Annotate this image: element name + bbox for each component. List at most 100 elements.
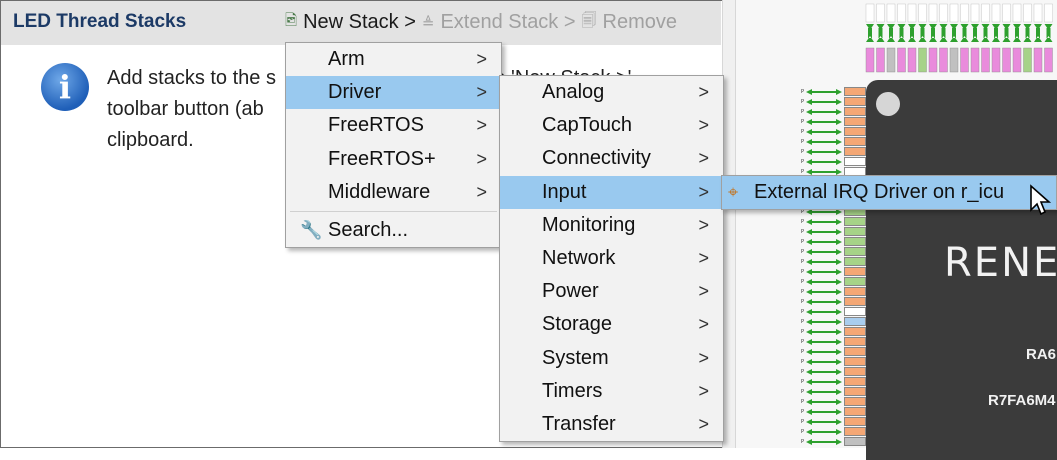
chevron-right-icon: > bbox=[698, 214, 709, 235]
menu-item-label: Power bbox=[542, 280, 599, 303]
chevron-right-icon: > bbox=[698, 115, 709, 136]
menu-item-network[interactable]: Network > bbox=[500, 242, 723, 275]
pin-row: P bbox=[776, 217, 866, 226]
pin-row: P bbox=[776, 147, 866, 156]
pin-row: P bbox=[776, 287, 866, 296]
new-stack-button[interactable]: New Stack > bbox=[303, 11, 416, 34]
extend-stack-icon: ≜ bbox=[421, 14, 435, 32]
menu-item-power[interactable]: Power > bbox=[500, 275, 723, 308]
menu-item-monitoring[interactable]: Monitoring > bbox=[500, 209, 723, 242]
pin-row: P bbox=[776, 137, 866, 146]
menu-item-freertos[interactable]: FreeRTOS > bbox=[286, 109, 501, 142]
chip-family-label: RA6I bbox=[1026, 346, 1057, 363]
pin-row: P bbox=[776, 257, 866, 266]
menu-item-label: External IRQ Driver on r_icu bbox=[754, 181, 1005, 203]
menu-item-label: FreeRTOS+ bbox=[328, 147, 436, 170]
menu-item-search[interactable]: 🔧 Search... bbox=[286, 214, 501, 247]
menu-item-label: Input bbox=[542, 180, 587, 203]
menu-item-system[interactable]: System > bbox=[500, 342, 723, 375]
menu-item-middleware[interactable]: Middleware > bbox=[286, 176, 501, 209]
chip-logo: RENE bbox=[944, 240, 1057, 286]
menu-item-label: Middleware bbox=[328, 180, 431, 203]
panel-splitter[interactable] bbox=[722, 0, 736, 448]
menu-item-freertos-plus[interactable]: FreeRTOS+ > bbox=[286, 143, 501, 176]
pin-row: P bbox=[776, 417, 866, 426]
menu-item-connectivity[interactable]: Connectivity > bbox=[500, 142, 723, 175]
pin-row: P bbox=[776, 357, 866, 366]
menu-item-external-irq-driver[interactable]: ⌖ External IRQ Driver on r_icu bbox=[722, 176, 1056, 210]
pin-row: P bbox=[776, 347, 866, 356]
remove-button[interactable]: Remove bbox=[603, 11, 677, 34]
info-icon: i bbox=[41, 63, 89, 111]
pin-row: P bbox=[776, 327, 866, 336]
chevron-right-icon: > bbox=[698, 413, 709, 434]
chevron-right-icon: > bbox=[698, 181, 709, 202]
menu-item-label: Driver bbox=[328, 81, 382, 104]
driver-submenu: Analog > CapTouch > Connectivity > Input > M… bbox=[499, 75, 724, 443]
chevron-right-icon: > bbox=[476, 82, 487, 103]
pin-row: P bbox=[776, 367, 866, 376]
pin-row: P bbox=[776, 117, 866, 126]
chevron-right-icon: > bbox=[476, 115, 487, 136]
chevron-right-icon: > bbox=[698, 148, 709, 169]
chevron-right-icon: > bbox=[698, 247, 709, 268]
menu-item-label: System bbox=[542, 346, 609, 369]
pin-row: P bbox=[776, 387, 866, 396]
pin-row: P bbox=[776, 337, 866, 346]
menu-item-label: Search... bbox=[328, 218, 409, 241]
chevron-right-icon: > bbox=[698, 314, 709, 335]
pin-row: P bbox=[776, 407, 866, 416]
menu-item-analog[interactable]: Analog > bbox=[500, 76, 723, 109]
new-stack-icon[interactable]: 🖻 bbox=[285, 10, 297, 35]
pin-row: P bbox=[776, 87, 866, 96]
menu-item-label: Analog bbox=[542, 81, 605, 103]
chip-part-label: R7FA6M4 bbox=[988, 392, 1056, 409]
menu-separator bbox=[290, 210, 497, 212]
menu-item-label: Monitoring bbox=[542, 213, 636, 236]
menu-item-arm[interactable]: Arm > bbox=[286, 43, 501, 76]
pin-row: P bbox=[776, 397, 866, 406]
menu-item-input[interactable]: Input > bbox=[500, 175, 723, 209]
pin-row: P bbox=[776, 277, 866, 286]
menu-item-label: Timers bbox=[542, 379, 603, 402]
chevron-right-icon: > bbox=[698, 347, 709, 368]
input-submenu: ⌖ External IRQ Driver on r_icu bbox=[721, 175, 1057, 211]
chevron-right-icon: > bbox=[476, 181, 487, 202]
menu-item-transfer[interactable]: Transfer > bbox=[500, 408, 723, 441]
menu-item-label: Storage bbox=[542, 313, 613, 336]
new-stack-menu: Arm > Driver > FreeRTOS > FreeRTOS+ > Mi… bbox=[285, 42, 502, 249]
menu-item-label: Arm bbox=[328, 48, 365, 70]
pin1-marker bbox=[876, 92, 900, 116]
menu-item-label: Connectivity bbox=[542, 147, 651, 170]
pin-row: P bbox=[776, 127, 866, 136]
chevron-right-icon: > bbox=[698, 281, 709, 302]
pin-row: P bbox=[776, 427, 866, 436]
menu-item-driver[interactable]: Driver > bbox=[286, 76, 501, 110]
menu-item-storage[interactable]: Storage > bbox=[500, 308, 723, 341]
menu-item-captouch[interactable]: CapTouch > bbox=[500, 109, 723, 142]
pin-row: P bbox=[776, 437, 866, 446]
pin-row: P bbox=[776, 267, 866, 276]
pin-row: P bbox=[776, 237, 866, 246]
pin-row: P bbox=[776, 317, 866, 326]
pin-row: P bbox=[776, 167, 866, 176]
menu-item-label: FreeRTOS bbox=[328, 114, 424, 137]
info-line-1: Add stacks to the s bbox=[107, 67, 276, 89]
pin-row: P bbox=[776, 247, 866, 256]
menu-item-label: Transfer bbox=[542, 412, 616, 435]
chevron-right-icon: > bbox=[698, 380, 709, 401]
wrench-icon: 🔧 bbox=[300, 219, 323, 240]
pin-row: P bbox=[776, 227, 866, 236]
module-icon: ⌖ bbox=[728, 182, 739, 202]
chevron-right-icon: > bbox=[476, 148, 487, 169]
extend-stack-button[interactable]: Extend Stack > bbox=[440, 11, 575, 34]
stack-toolbar: 🖻 New Stack > ≜ Extend Stack > 🗐 Remove bbox=[285, 10, 677, 35]
menu-item-timers[interactable]: Timers > bbox=[500, 375, 723, 408]
top-pin-strip bbox=[865, 3, 1053, 73]
pin-row: P bbox=[776, 157, 866, 166]
chevron-right-icon: > bbox=[698, 82, 709, 102]
menu-item-label: Network bbox=[542, 246, 616, 269]
chevron-right-icon: > bbox=[476, 49, 487, 69]
mouse-cursor bbox=[1030, 184, 1052, 216]
pin-row: P bbox=[776, 307, 866, 316]
